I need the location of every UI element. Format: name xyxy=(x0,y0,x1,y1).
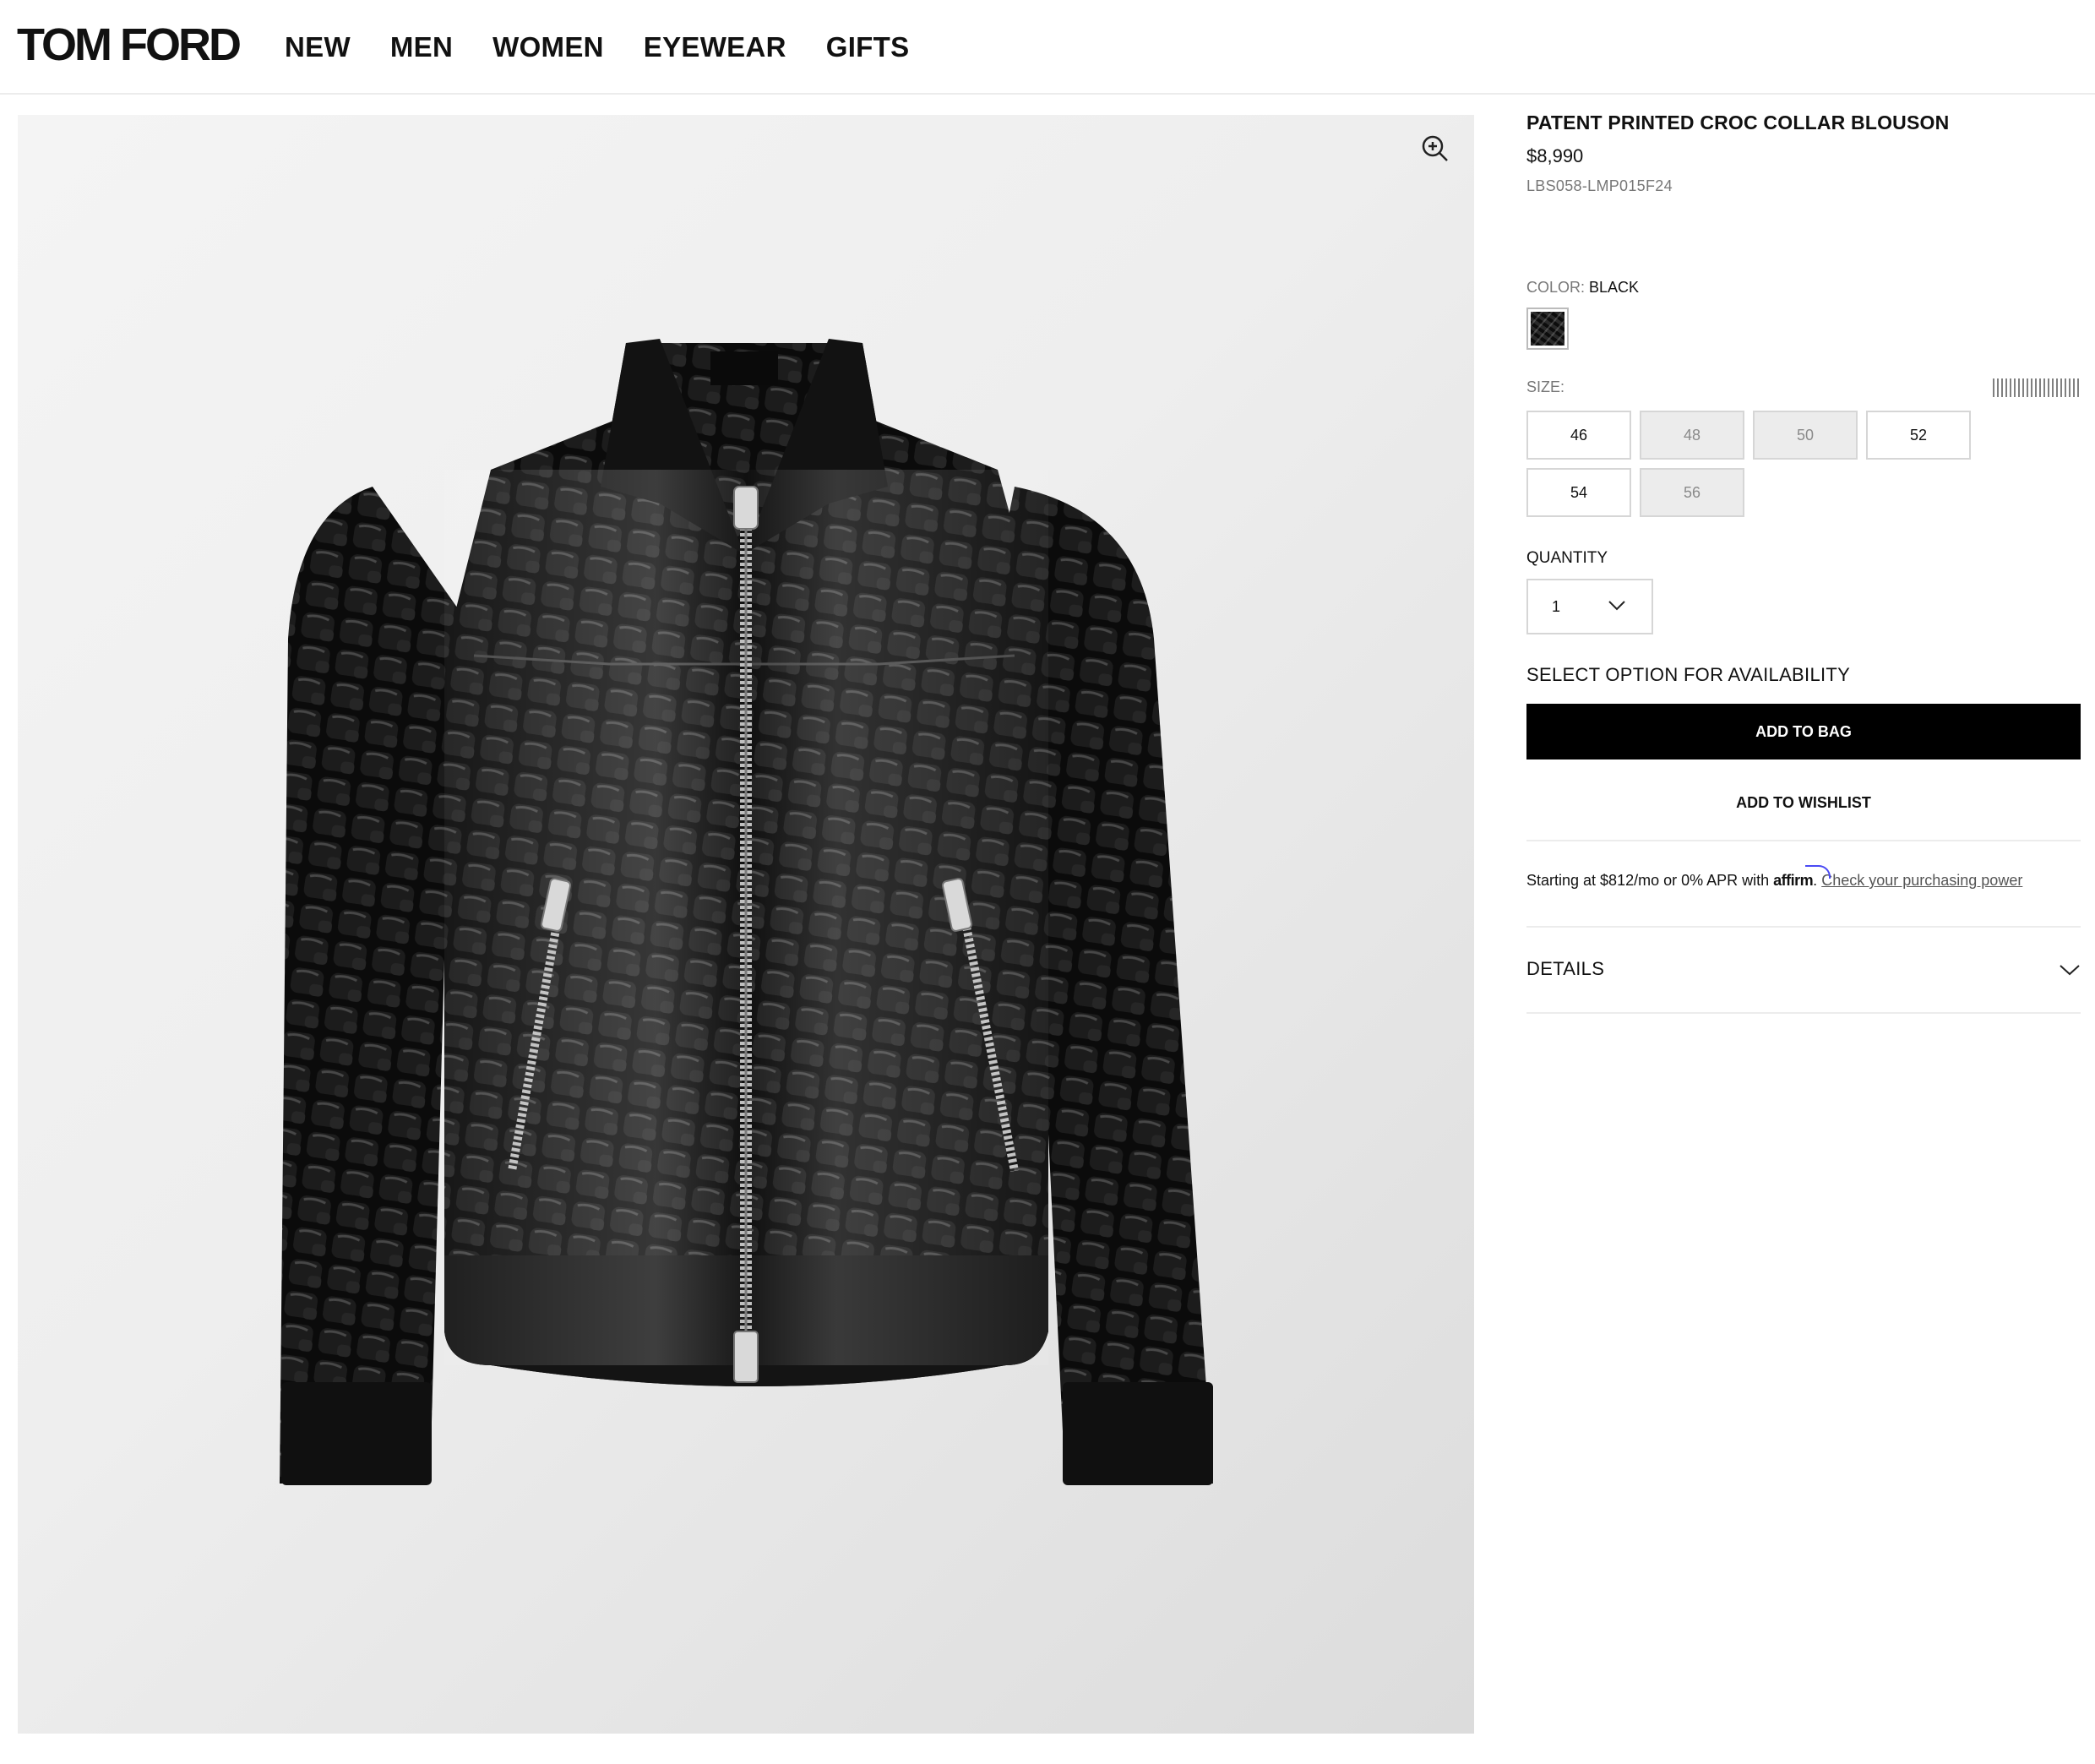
nav-item-gifts[interactable]: GIFTS xyxy=(826,25,910,69)
divider xyxy=(1526,1012,2081,1014)
color-value: BLACK xyxy=(1589,279,1640,296)
size-option-48[interactable]: 48 xyxy=(1640,411,1744,460)
size-options: 46 48 50 52 54 56 xyxy=(1526,411,1983,517)
affirm-purchasing-power-link[interactable]: Check your purchasing power xyxy=(1821,872,2022,889)
product-price: $8,990 xyxy=(1526,145,1584,166)
main-nav: NEW MEN WOMEN EYEWEAR GIFTS xyxy=(285,25,909,69)
site-header: TOM FORD NEW MEN WOMEN EYEWEAR GIFTS xyxy=(0,0,2095,95)
size-option-50[interactable]: 50 xyxy=(1753,411,1858,460)
swatch-image xyxy=(1531,312,1564,346)
zoom-in-icon[interactable] xyxy=(1418,132,1452,166)
color-label-text: COLOR: xyxy=(1526,279,1586,296)
availability-message: SELECT OPTION FOR AVAILABILITY xyxy=(1526,664,1851,685)
affirm-financing-message: Starting at $812/mo or 0% APR with affir… xyxy=(1526,872,2022,890)
quantity-label: QUANTITY xyxy=(1526,549,1608,567)
size-label: SIZE: xyxy=(1526,378,1565,395)
details-accordion[interactable]: DETAILS xyxy=(1526,953,2081,987)
size-option-52[interactable]: 52 xyxy=(1866,411,1971,460)
quantity-select[interactable]: 1 xyxy=(1526,579,1653,634)
divider xyxy=(1526,926,2081,928)
size-option-54[interactable]: 54 xyxy=(1526,468,1631,517)
size-guide-link[interactable] xyxy=(1993,378,2081,397)
product-title: PATENT PRINTED CROC COLLAR BLOUSON xyxy=(1526,112,1950,133)
quantity-value: 1 xyxy=(1552,597,1561,615)
nav-item-eyewear[interactable]: EYEWEAR xyxy=(644,25,786,69)
affirm-logo: affirm xyxy=(1773,872,1814,889)
color-swatch-black[interactable] xyxy=(1526,308,1569,350)
chevron-down-icon xyxy=(1608,601,1625,611)
size-option-56[interactable]: 56 xyxy=(1640,468,1744,517)
product-image-gallery[interactable] xyxy=(18,115,1474,1734)
nav-item-new[interactable]: NEW xyxy=(285,25,351,69)
add-to-bag-button[interactable]: ADD TO BAG xyxy=(1526,704,2081,760)
nav-item-men[interactable]: MEN xyxy=(390,25,453,69)
add-to-wishlist-button[interactable]: ADD TO WISHLIST xyxy=(1526,786,2081,819)
nav-item-women[interactable]: WOMEN xyxy=(492,25,604,69)
divider xyxy=(1526,840,2081,841)
product-image xyxy=(280,339,1213,1485)
chevron-down-icon xyxy=(2060,965,2080,976)
affirm-prefix: Starting at $812/mo or 0% APR with xyxy=(1526,872,1774,889)
size-option-46[interactable]: 46 xyxy=(1526,411,1631,460)
product-sku: LBS058-LMP015F24 xyxy=(1526,177,1673,194)
brand-logo[interactable]: TOM FORD xyxy=(17,15,242,74)
color-label: COLOR: BLACK xyxy=(1526,279,1639,297)
details-label: DETAILS xyxy=(1526,958,1605,979)
